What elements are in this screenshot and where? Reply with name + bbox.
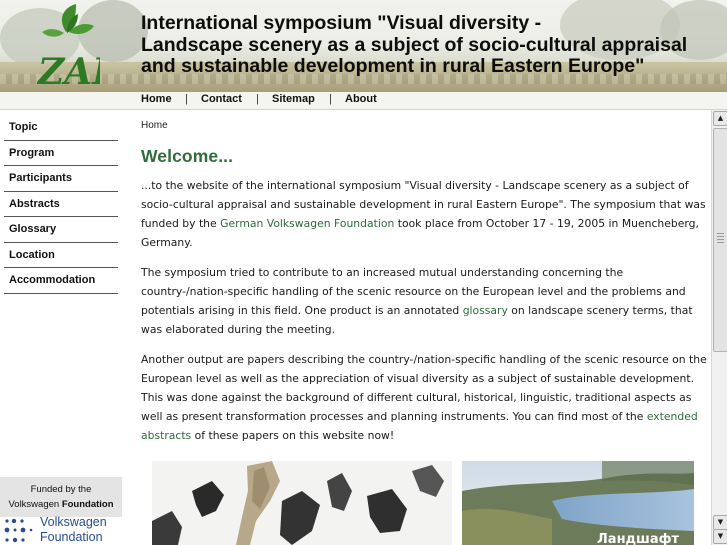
scrollbar-thumb[interactable] <box>713 128 727 352</box>
funded-by-name: Volkswagen <box>8 499 62 510</box>
nav-contact-link[interactable]: Contact <box>201 93 242 105</box>
site-title: International symposium "Visual diversit… <box>141 12 721 78</box>
landscape-caption: Ландшафт <box>597 532 680 545</box>
symposium-paragraph: The symposium tried to contribute to an … <box>141 266 693 336</box>
funded-by-label: Funded by the <box>30 484 92 495</box>
nav-separator: | <box>256 93 259 105</box>
volkswagen-foundation-logo[interactable]: Volkswagen Foundation <box>3 515 123 545</box>
scroll-down-icon[interactable]: ▼ <box>713 515 727 530</box>
symposium-images: Ландшафт <box>152 461 694 545</box>
vertical-scrollbar[interactable]: ▲ ▼ ▼ <box>711 110 727 545</box>
top-navigation: Home | Contact | Sitemap | About <box>0 92 727 110</box>
svg-text:ZALF: ZALF <box>36 51 100 90</box>
header-banner: ZALF International symposium "Visual div… <box>0 0 727 92</box>
scroll-page-down-icon[interactable]: ▼ <box>713 529 727 544</box>
vw-logo-line: Foundation <box>40 530 103 544</box>
vw-dots-icon <box>4 518 33 543</box>
volkswagen-foundation-link[interactable]: German Volkswagen Foundation <box>220 217 394 230</box>
nav-about-link[interactable]: About <box>345 93 377 105</box>
sidebar-item-program[interactable]: Program <box>4 141 118 166</box>
scroll-up-icon[interactable]: ▲ <box>713 111 727 126</box>
main-content: Home Welcome... ...to the website of the… <box>141 115 709 445</box>
title-line: International symposium "Visual diversit… <box>141 12 542 34</box>
scrollbar-grip-icon <box>717 233 724 245</box>
vw-logo-line: Volkswagen <box>40 515 107 529</box>
sidebar-item-accommodation[interactable]: Accommodation <box>4 268 118 294</box>
glossary-link[interactable]: glossary <box>463 304 508 317</box>
sidebar-item-location[interactable]: Location <box>4 243 118 268</box>
funded-by-box: Funded by the Volkswagen Foundation <box>0 477 122 517</box>
nav-separator: | <box>329 93 332 105</box>
page-title: Welcome... <box>141 146 234 166</box>
nav-sitemap-link[interactable]: Sitemap <box>272 93 315 105</box>
output-paragraph: Another output are papers describing the… <box>141 353 707 442</box>
nav-separator: | <box>185 93 188 105</box>
funded-by-name-bold: Foundation <box>61 499 114 510</box>
title-line: and sustainable development in rural Eas… <box>141 55 645 77</box>
sidebar-menu: Topic Program Participants Abstracts Glo… <box>4 115 118 294</box>
title-line: Landscape scenery as a subject of socio-… <box>141 33 688 56</box>
intro-paragraph: ...to the website of the international s… <box>141 179 706 249</box>
sidebar-item-topic[interactable]: Topic <box>4 115 118 141</box>
zalf-logo[interactable]: ZALF <box>36 2 100 90</box>
nav-home-link[interactable]: Home <box>141 93 172 105</box>
sidebar-item-glossary[interactable]: Glossary <box>4 217 118 243</box>
breadcrumb[interactable]: Home <box>141 120 709 131</box>
sidebar-item-participants[interactable]: Participants <box>4 166 118 192</box>
sidebar-item-abstracts[interactable]: Abstracts <box>4 192 118 217</box>
